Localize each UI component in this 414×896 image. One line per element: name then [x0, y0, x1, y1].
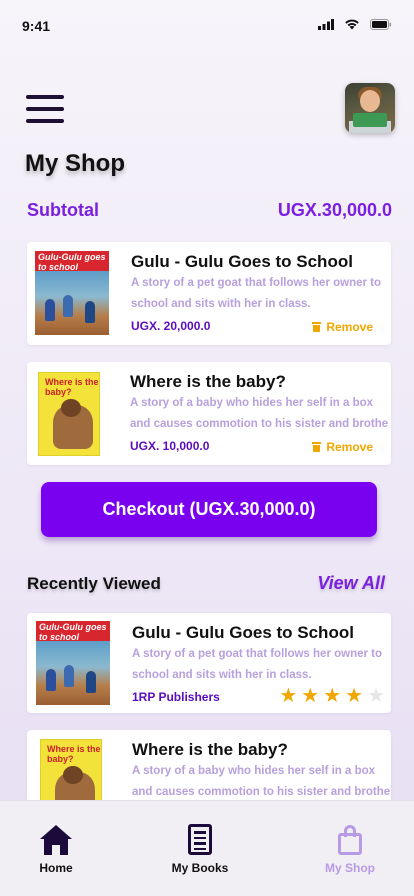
status-time: 9:41: [22, 18, 51, 34]
nav-home-label: Home: [39, 861, 73, 875]
book-title: Gulu - Gulu Goes to School: [131, 252, 353, 271]
status-bar: 9:41: [0, 0, 414, 50]
recently-viewed-heading: Recently Viewed: [27, 574, 161, 593]
book-cover-image: Gulu-Gulu goes to school: [35, 251, 109, 335]
hamburger-menu-icon[interactable]: [26, 95, 64, 123]
battery-icon: [370, 18, 392, 30]
star-icon: ★: [301, 685, 320, 707]
trash-icon: [312, 322, 322, 332]
home-icon: [39, 823, 73, 857]
book-description: A story of a baby who hides her self in …: [132, 765, 390, 798]
remove-button[interactable]: Remove: [312, 440, 373, 454]
view-all-link[interactable]: View All: [317, 573, 385, 594]
status-icons: [318, 18, 392, 30]
nav-my-books-label: My Books: [171, 861, 229, 875]
nav-my-books[interactable]: My Books: [140, 801, 260, 896]
book-icon: [183, 823, 217, 857]
book-description: A story of a pet goat that follows her o…: [131, 277, 382, 310]
shopping-bag-icon: [333, 823, 367, 857]
subtotal-value: UGX.30,000.0: [277, 200, 392, 220]
cart-item[interactable]: Where is the baby? Where is the baby? A …: [27, 362, 391, 465]
avatar[interactable]: [345, 83, 395, 133]
wifi-icon: [345, 19, 359, 30]
star-icon: ★: [345, 685, 364, 707]
book-price: UGX. 10,000.0: [130, 439, 210, 453]
book-title: Where is the baby?: [130, 372, 286, 391]
publisher-name: 1RP Publishers: [132, 690, 220, 704]
book-description: A story of a baby who hides her self in …: [130, 397, 388, 430]
star-icon: ★: [323, 685, 342, 707]
star-icon: ★: [367, 685, 385, 707]
book-description: A story of a pet goat that follows her o…: [132, 648, 383, 681]
book-cover-image: Gulu-Gulu goes to school: [36, 621, 110, 705]
nav-my-shop-label: My Shop: [325, 861, 375, 875]
page-title: My Shop: [25, 150, 125, 177]
subtotal-label: Subtotal: [27, 200, 99, 220]
star-icon: ★: [279, 685, 298, 707]
bottom-nav: Home My Books My Shop: [0, 800, 414, 896]
trash-icon: [312, 442, 322, 452]
remove-button[interactable]: Remove: [312, 320, 373, 334]
checkout-button[interactable]: Checkout (UGX.30,000.0): [41, 482, 377, 537]
signal-icon: [318, 18, 334, 30]
nav-my-shop[interactable]: My Shop: [290, 801, 410, 896]
book-price: UGX. 20,000.0: [131, 319, 211, 333]
recent-item[interactable]: Gulu-Gulu goes to school Gulu - Gulu Goe…: [27, 613, 391, 713]
nav-home[interactable]: Home: [0, 801, 116, 896]
book-title: Gulu - Gulu Goes to School: [132, 623, 354, 642]
book-title: Where is the baby?: [132, 740, 288, 759]
cart-item[interactable]: Gulu-Gulu goes to school Gulu - Gulu Goe…: [27, 242, 391, 345]
rating-stars: ★ ★ ★ ★ ★: [279, 686, 385, 706]
book-cover-image: Where is the baby?: [38, 372, 100, 456]
